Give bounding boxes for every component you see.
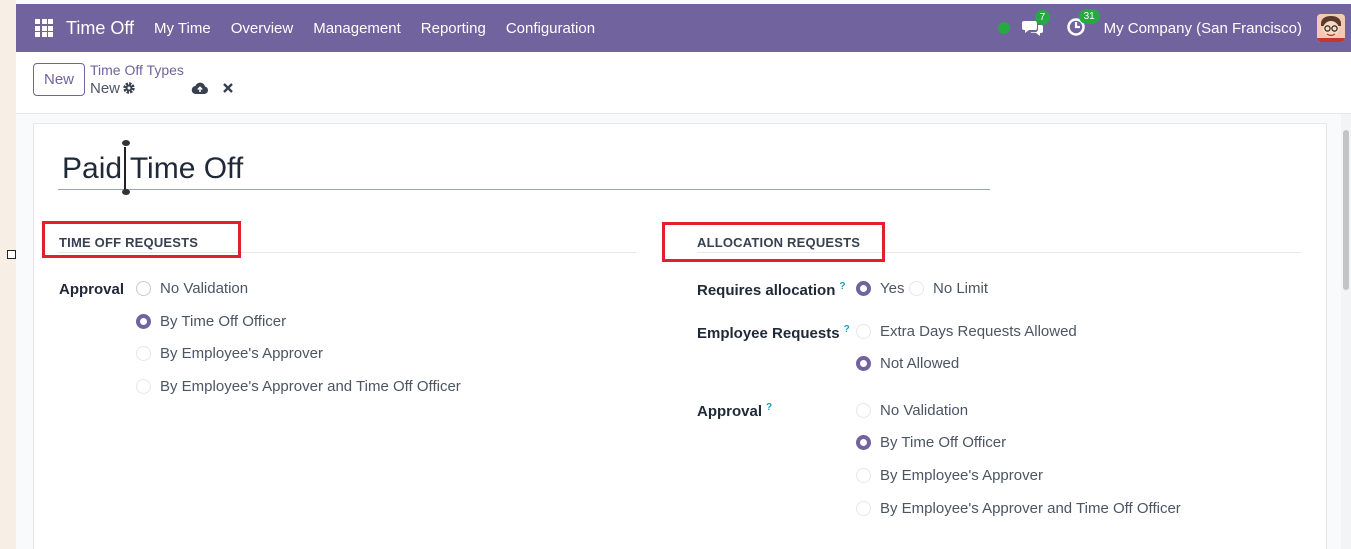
- messages-icon[interactable]: 7: [1021, 10, 1051, 38]
- top-navbar: Time Off My Time Overview Management Rep…: [16, 4, 1351, 52]
- menu-management[interactable]: Management: [303, 20, 411, 37]
- radio-alloc-by-employees-approver[interactable]: By Employee's Approver: [856, 467, 1043, 484]
- left-margin: [0, 0, 16, 549]
- radio-label: Yes: [880, 280, 905, 297]
- breadcrumb-current: New: [90, 80, 121, 97]
- cursor-handle-bottom: [122, 189, 130, 195]
- help-tooltip-icon[interactable]: ?: [766, 402, 772, 413]
- help-tooltip-icon[interactable]: ?: [844, 324, 850, 335]
- radio-label: No Validation: [880, 402, 969, 419]
- radio-circle[interactable]: [856, 324, 871, 339]
- radio-circle[interactable]: [136, 379, 151, 394]
- radio-alloc-by-time-off-officer[interactable]: By Time Off Officer: [856, 434, 1006, 451]
- vertical-scrollbar[interactable]: [1341, 114, 1351, 549]
- radio-circle-selected[interactable]: [856, 435, 871, 450]
- user-avatar[interactable]: [1317, 14, 1345, 42]
- radio-circle[interactable]: [136, 281, 151, 296]
- highlight-box-time-off: [42, 221, 241, 258]
- new-button[interactable]: New: [33, 63, 85, 96]
- radio-label: By Employee's Approver: [160, 345, 323, 362]
- radio-alloc-no-validation[interactable]: No Validation: [856, 402, 968, 419]
- radio-extra-days-allowed[interactable]: Extra Days Requests Allowed: [856, 323, 1077, 340]
- help-tooltip-icon[interactable]: ?: [839, 281, 845, 292]
- scrollbar-thumb[interactable]: [1343, 130, 1349, 290]
- radio-label: By Time Off Officer: [880, 434, 1007, 451]
- radio-circle[interactable]: [856, 468, 871, 483]
- radio-by-employees-approver[interactable]: By Employee's Approver: [136, 345, 323, 362]
- save-cloud-icon[interactable]: [191, 81, 209, 95]
- activities-clock-icon[interactable]: 31: [1066, 9, 1100, 39]
- name-field[interactable]: Paid Time Off: [58, 150, 990, 190]
- app-window: Time Off My Time Overview Management Rep…: [16, 0, 1351, 549]
- menu-my-time[interactable]: My Time: [144, 20, 221, 37]
- radio-label: By Employee's Approver and Time Off Offi…: [160, 378, 461, 395]
- app-brand[interactable]: Time Off: [66, 18, 134, 39]
- radio-circle[interactable]: [856, 501, 871, 516]
- resize-handle[interactable]: [7, 250, 16, 259]
- radio-label: Extra Days Requests Allowed: [880, 323, 1077, 340]
- radio-label: No Limit: [933, 280, 989, 297]
- control-panel: New Time Off Types New: [16, 52, 1351, 114]
- radio-by-approver-and-officer[interactable]: By Employee's Approver and Time Off Offi…: [136, 378, 461, 395]
- breadcrumb-time-off-types[interactable]: Time Off Types: [90, 62, 184, 78]
- radio-circle[interactable]: [856, 403, 871, 418]
- activities-badge: 31: [1078, 9, 1100, 24]
- radio-no-validation[interactable]: No Validation: [136, 280, 248, 297]
- radio-by-time-off-officer[interactable]: By Time Off Officer: [136, 313, 286, 330]
- radio-allocation-yes[interactable]: Yes: [856, 280, 904, 297]
- allocation-approval-label: Approval?: [697, 402, 773, 420]
- highlight-box-allocation: [662, 222, 885, 262]
- cursor-handle-top: [122, 140, 130, 146]
- gear-icon[interactable]: [122, 81, 136, 95]
- radio-label: Not Allowed: [880, 355, 960, 372]
- text-cursor: [124, 147, 126, 192]
- radio-circle-selected[interactable]: [136, 314, 151, 329]
- navbar-systray: 7 31 My Company (San Francisco): [997, 4, 1351, 52]
- menu-overview[interactable]: Overview: [221, 20, 304, 37]
- radio-circle[interactable]: [909, 281, 924, 296]
- radio-label: By Time Off Officer: [160, 313, 287, 330]
- radio-not-allowed[interactable]: Not Allowed: [856, 355, 959, 372]
- messages-badge: 7: [1034, 10, 1051, 25]
- discard-close-icon[interactable]: [221, 81, 235, 95]
- approval-label: Approval: [59, 281, 125, 298]
- radio-circle-selected[interactable]: [856, 356, 871, 371]
- presence-status-icon: [997, 22, 1010, 34]
- radio-label: By Employee's Approver and Time Off Offi…: [880, 500, 1181, 517]
- company-switcher[interactable]: My Company (San Francisco): [1104, 20, 1302, 37]
- radio-alloc-by-approver-and-officer[interactable]: By Employee's Approver and Time Off Offi…: [856, 500, 1181, 517]
- requires-allocation-label: Requires allocation?: [697, 281, 846, 299]
- menu-reporting[interactable]: Reporting: [411, 20, 496, 37]
- apps-grid-icon[interactable]: [35, 19, 53, 37]
- radio-allocation-no-limit[interactable]: No Limit: [909, 280, 988, 297]
- menu-configuration[interactable]: Configuration: [496, 20, 605, 37]
- radio-label: No Validation: [160, 280, 249, 297]
- radio-label: By Employee's Approver: [880, 467, 1043, 484]
- radio-circle[interactable]: [136, 346, 151, 361]
- radio-circle-selected[interactable]: [856, 281, 871, 296]
- main-menu: My Time Overview Management Reporting Co…: [144, 20, 605, 37]
- employee-requests-label: Employee Requests?: [697, 324, 850, 342]
